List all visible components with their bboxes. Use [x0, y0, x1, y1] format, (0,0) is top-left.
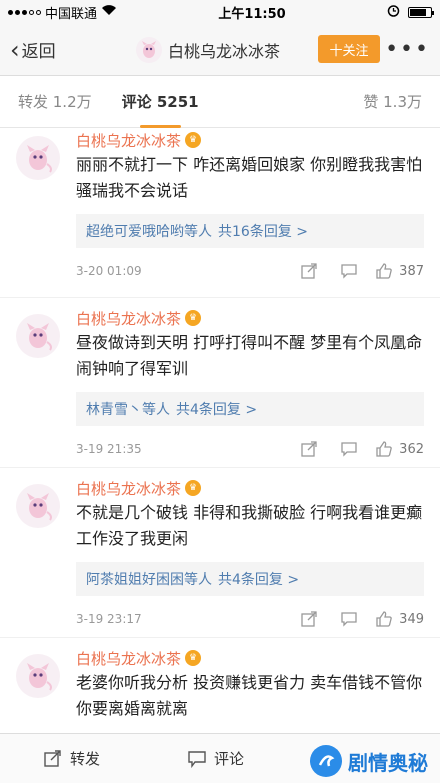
comment-button[interactable]: 评论	[188, 748, 244, 769]
comment-icon[interactable]	[329, 611, 369, 627]
thumbs-up-icon	[376, 263, 392, 279]
repost-button[interactable]: 转发	[44, 748, 100, 769]
chevron-left-icon: ‹	[10, 35, 20, 64]
tab-comment[interactable]: 评论 5251	[122, 91, 199, 128]
vip-badge-icon: ♛	[185, 650, 202, 666]
like-count: 349	[399, 611, 424, 627]
reply-count: 共4条回复 >	[218, 572, 300, 588]
comment-text: 昼夜做诗到天明 打呼打得叫不醒 梦里有个凤凰命 闹钟响了得军训	[76, 333, 423, 378]
like-count: 387	[399, 263, 424, 279]
comment-time: 3-19 21:35	[76, 442, 142, 456]
comment-item: 白桃乌龙冰冰茶 ♛ 丽丽不就打一下 咋还离婚回娘家 你别瞪我我害怕 骚瑞我不会说…	[0, 128, 440, 298]
comment-username[interactable]: 白桃乌龙冰冰茶	[76, 130, 181, 151]
thumbs-up-icon	[376, 611, 392, 627]
reply-summary[interactable]: 阿茶姐姐好困困等人 共4条回复 >	[76, 562, 424, 596]
tab-repost[interactable]: 转发 1.2万	[18, 91, 92, 112]
nav-bar: ‹ 返回 白桃乌龙冰冰茶 十关注 •••	[0, 24, 440, 76]
avatar[interactable]	[16, 654, 60, 698]
watermark-text: 剧情奥秘	[348, 750, 428, 775]
carrier-label: 中国联通	[45, 6, 98, 22]
alarm-icon	[387, 4, 400, 21]
comment-text: 老婆你听我分析 投资赚钱更省力 卖车借钱不管你 你要离婚离就离	[76, 673, 423, 718]
reply-names: 超绝可爱哦哈哟等人	[86, 224, 212, 240]
comment-text: 丽丽不就打一下 咋还离婚回娘家 你别瞪我我害怕 骚瑞我不会说话	[76, 155, 423, 200]
tab-like[interactable]: 赞 1.3万	[363, 91, 422, 112]
comment-item: 白桃乌龙冰冰茶 ♛ 老婆你听我分析 投资赚钱更省力 卖车借钱不管你 你要离婚离就…	[0, 638, 440, 722]
reply-summary[interactable]: 超绝可爱哦哈哟等人 共16条回复 >	[76, 214, 424, 248]
comment-label: 评论	[214, 750, 245, 768]
page-title: 白桃乌龙冰冰茶	[136, 36, 281, 63]
like-button[interactable]: 387	[375, 262, 424, 280]
follow-button[interactable]: 十关注	[318, 35, 380, 63]
comment-username[interactable]: 白桃乌龙冰冰茶	[76, 648, 181, 669]
avatar	[136, 36, 162, 63]
avatar[interactable]	[16, 136, 60, 180]
watermark: 剧情奥秘	[310, 745, 428, 777]
signal-icon	[8, 9, 41, 15]
comment-icon[interactable]	[329, 441, 369, 457]
reply-summary[interactable]: 林青雪丶等人 共4条回复 >	[76, 392, 424, 426]
reply-names: 林青雪丶等人	[86, 402, 170, 418]
comment-item: 白桃乌龙冰冰茶 ♛ 不就是几个破钱 非得和我撕破脸 行啊我看谁更癫 工作没了我更…	[0, 468, 440, 638]
like-button[interactable]: 349	[375, 610, 424, 628]
comment-icon[interactable]	[329, 263, 369, 279]
vip-badge-icon: ♛	[185, 480, 202, 496]
comment-text: 不就是几个破钱 非得和我撕破脸 行啊我看谁更癫 工作没了我更闲	[76, 503, 423, 548]
comment-time: 3-20 01:09	[76, 264, 142, 278]
comment-icon	[188, 750, 206, 768]
tab-bar: 转发 1.2万 评论 5251 赞 1.3万	[0, 76, 440, 128]
repost-label: 转发	[70, 750, 101, 768]
reply-count: 共4条回复 >	[176, 402, 258, 418]
reply-names: 阿茶姐姐好困困等人	[86, 572, 212, 588]
clock: 上午11:50	[218, 6, 286, 22]
like-button[interactable]: 362	[375, 440, 424, 458]
comment-username[interactable]: 白桃乌龙冰冰茶	[76, 308, 181, 329]
share-icon[interactable]	[289, 441, 329, 457]
avatar[interactable]	[16, 314, 60, 358]
more-options-icon[interactable]: •••	[385, 37, 430, 62]
repost-icon	[44, 749, 61, 767]
battery-icon	[408, 6, 434, 18]
comment-time: 3-19 23:17	[76, 612, 142, 626]
comment-list: 白桃乌龙冰冰茶 ♛ 丽丽不就打一下 咋还离婚回娘家 你别瞪我我害怕 骚瑞我不会说…	[0, 128, 440, 722]
comment-item: 白桃乌龙冰冰茶 ♛ 昼夜做诗到天明 打呼打得叫不醒 梦里有个凤凰命 闹钟响了得军…	[0, 298, 440, 468]
vip-badge-icon: ♛	[185, 132, 202, 148]
back-label: 返回	[21, 42, 56, 62]
comment-username[interactable]: 白桃乌龙冰冰茶	[76, 478, 181, 499]
title-text: 白桃乌龙冰冰茶	[168, 41, 281, 61]
vip-badge-icon: ♛	[185, 310, 202, 326]
share-icon[interactable]	[289, 263, 329, 279]
back-button[interactable]: ‹ 返回	[10, 35, 56, 64]
watermark-logo-icon	[310, 745, 342, 777]
share-icon[interactable]	[289, 611, 329, 627]
avatar[interactable]	[16, 484, 60, 528]
wifi-icon	[101, 4, 117, 20]
reply-count: 共16条回复 >	[218, 224, 308, 240]
status-bar: 中国联通 上午11:50	[0, 0, 440, 24]
like-count: 362	[399, 441, 424, 457]
thumbs-up-icon	[376, 441, 392, 457]
